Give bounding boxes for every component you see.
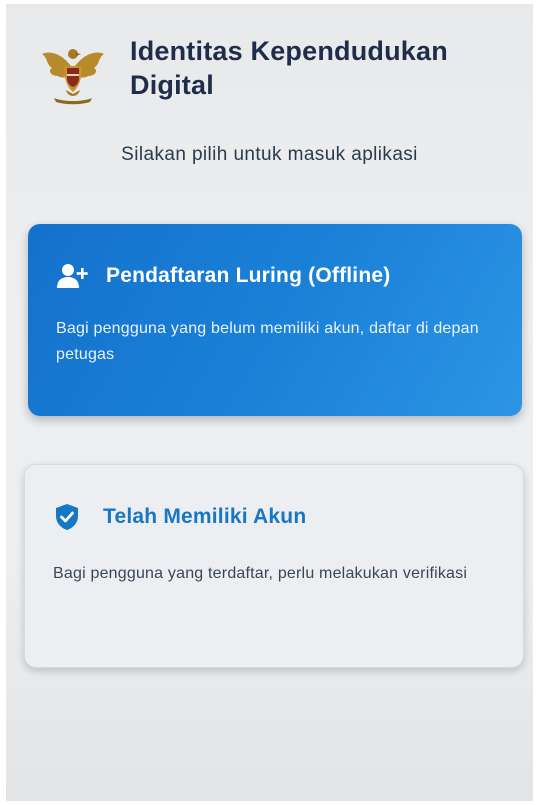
garuda-emblem-icon [40,40,106,106]
existing-account-card[interactable]: Telah Memiliki Akun Bagi pengguna yang t… [24,464,524,668]
offline-registration-description: Bagi pengguna yang belum memiliki akun, … [56,320,479,363]
offline-registration-title: Pendaftaran Luring (Offline) [106,264,391,287]
shield-check-icon [53,503,85,531]
existing-account-header: Telah Memiliki Akun [53,503,306,531]
login-instruction: Silakan pilih untuk masuk aplikasi [121,144,418,165]
add-person-icon [56,262,88,290]
offline-registration-header: Pendaftaran Luring (Offline) [56,262,390,290]
app-title: Identitas Kependudukan Digital [130,36,448,100]
app-header: Identitas Kependudukan Digital [40,34,520,114]
offline-registration-card[interactable]: Pendaftaran Luring (Offline) Bagi penggu… [28,224,522,416]
app-screen: Identitas Kependudukan Digital Silakan p… [6,4,533,801]
existing-account-title: Telah Memiliki Akun [103,505,307,528]
existing-account-description: Bagi pengguna yang terdaftar, perlu mela… [53,565,468,582]
